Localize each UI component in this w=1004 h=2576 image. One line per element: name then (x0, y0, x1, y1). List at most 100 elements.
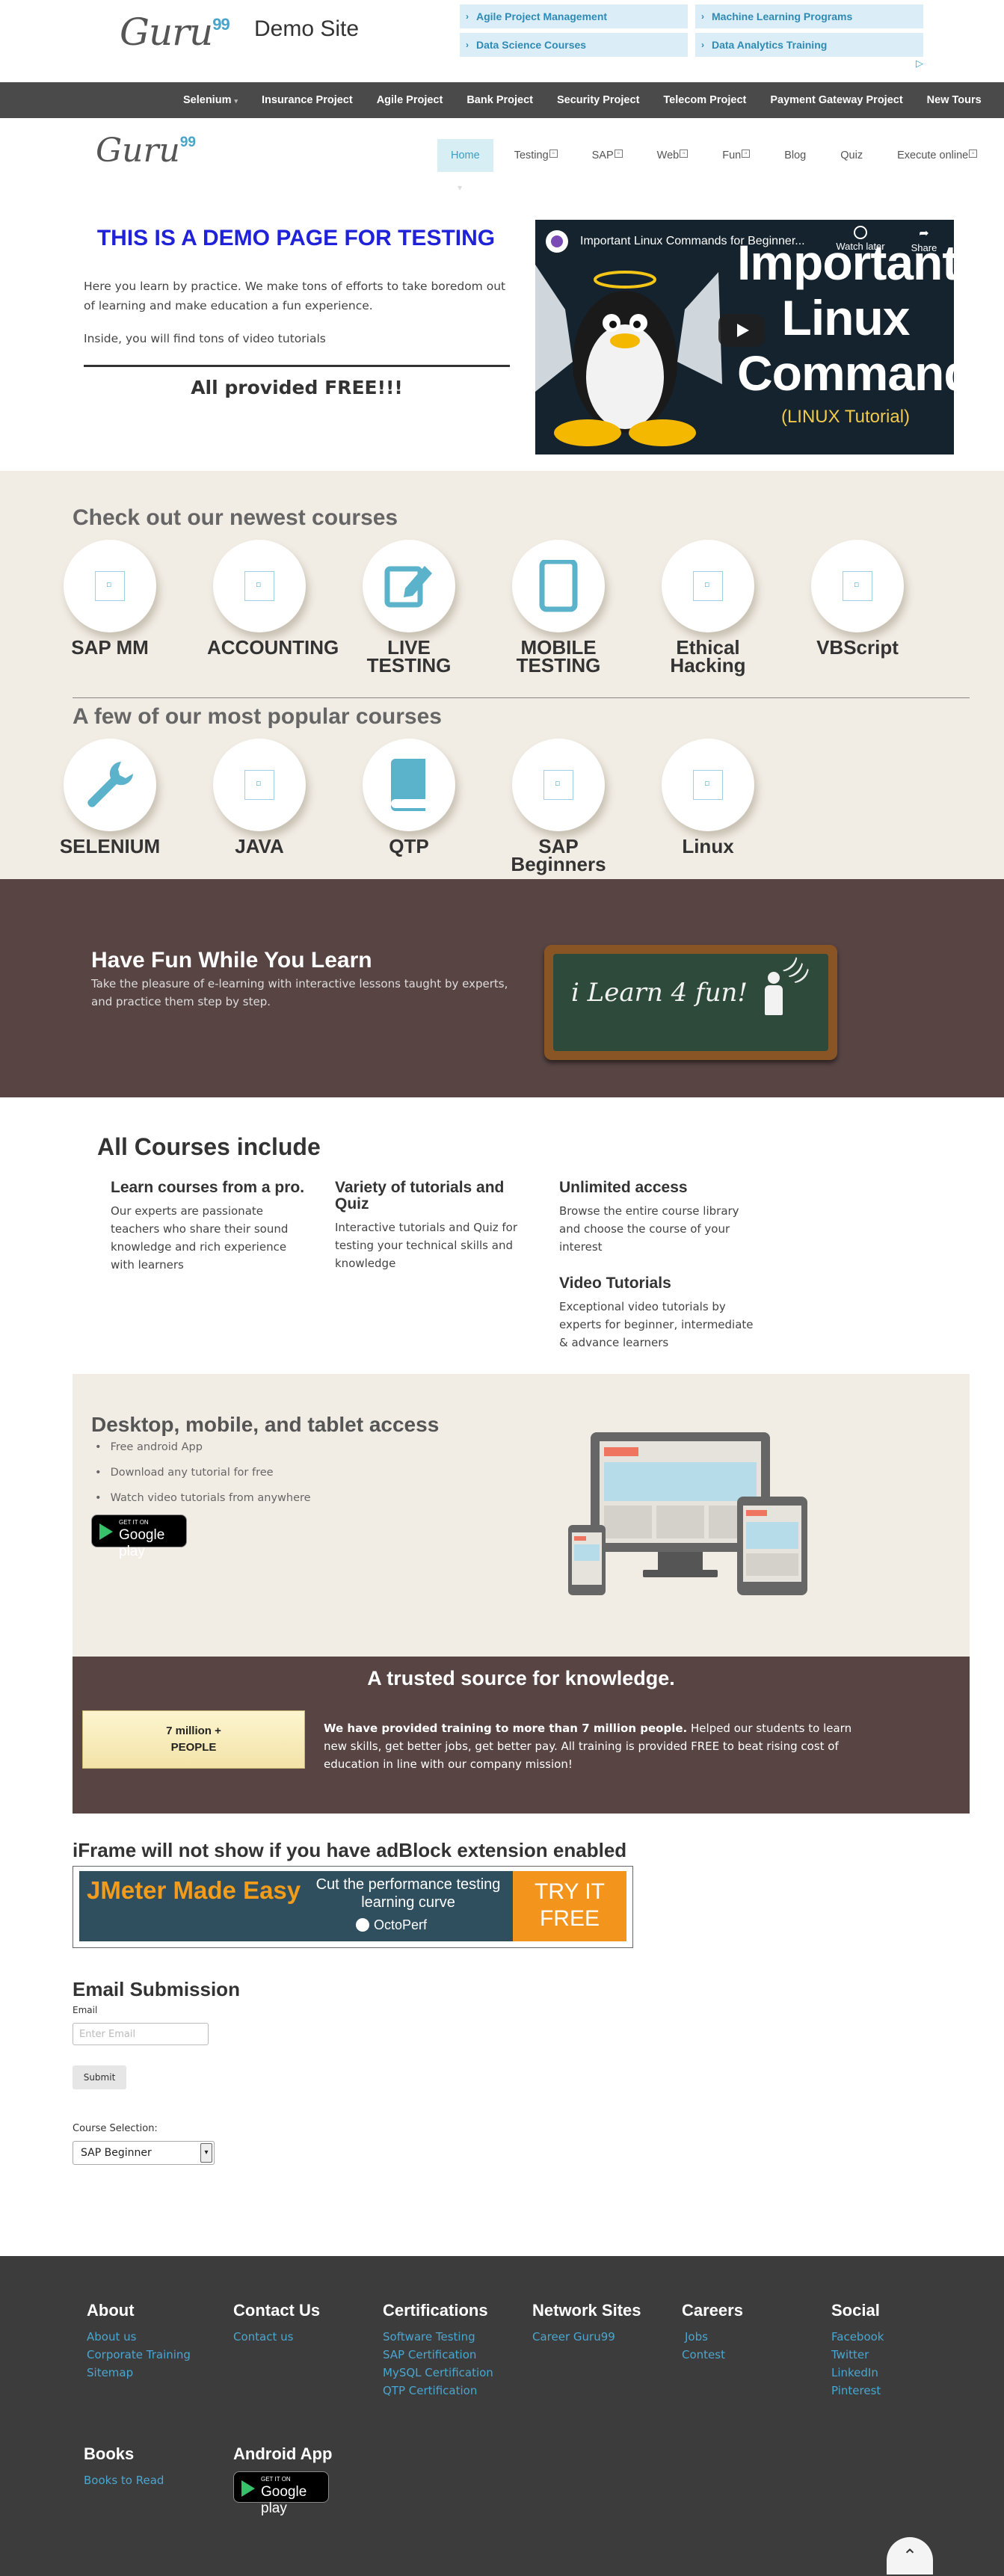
nav-execute-online[interactable]: Execute online ▫ (884, 139, 991, 172)
course-sap-mm[interactable]: SAP MM (58, 540, 162, 657)
hero-intro: Here you learn by practice. We make tons… (84, 280, 506, 312)
guru99-logo[interactable]: Guru99 (120, 10, 230, 54)
course-live-testing[interactable]: LIVE TESTING (357, 540, 461, 677)
course-name: SELENIUM (59, 835, 161, 857)
watch-later-label: Watch later (836, 241, 885, 252)
ad-link[interactable]: › Agile Project Management (460, 4, 688, 28)
email-field[interactable] (73, 2023, 209, 2045)
popular-courses-title: A few of our most popular courses (73, 704, 442, 729)
footer-link[interactable]: Sitemap (87, 2364, 191, 2382)
footer-link[interactable]: LinkedIn (831, 2364, 884, 2382)
footer-link[interactable]: MySQL Certification (383, 2364, 493, 2382)
ad-link-label: Agile Project Management (476, 10, 608, 22)
nav-item-bank[interactable]: Bank Project (466, 94, 533, 106)
ad-link[interactable]: › Data Analytics Training (695, 33, 923, 57)
footer-link[interactable]: Facebook (831, 2328, 884, 2346)
footer-google-play-badge[interactable]: GET IT ON Google play (233, 2471, 329, 2516)
course-java[interactable]: JAVA (207, 739, 312, 857)
nav-item-payment-gateway[interactable]: Payment Gateway Project (770, 94, 902, 106)
page-title: THIS IS A DEMO PAGE FOR TESTING (96, 226, 496, 250)
nav-item-telecom[interactable]: Telecom Project (663, 94, 746, 106)
chevron-right-icon: › (701, 11, 704, 22)
adchoices-icon[interactable]: ▷ (916, 58, 923, 70)
divider (84, 365, 510, 367)
footer-col-network: Network Sites Career Guru99 (532, 2301, 641, 2346)
course-mobile-testing[interactable]: MOBILE TESTING (506, 540, 611, 677)
nav-testing[interactable]: Testing ▫ (501, 139, 571, 172)
course-ethical-hacking[interactable]: Ethical Hacking (656, 540, 760, 675)
email-section-title: Email Submission (73, 1978, 240, 2000)
nav-fun[interactable]: Fun ▫ (709, 139, 763, 172)
course-qtp[interactable]: QTP (357, 739, 461, 856)
nav-item-new-tours[interactable]: New Tours (927, 94, 982, 106)
footer-link[interactable]: Books to Read (84, 2471, 164, 2489)
footer-col-about: About About us Corporate Training Sitema… (87, 2301, 191, 2382)
course-accounting[interactable]: ACCOUNTING (207, 540, 339, 659)
footer-link[interactable]: Contact us (233, 2328, 320, 2346)
footer-col-contact: Contact Us Contact us (233, 2301, 320, 2346)
ad-links: › Agile Project Management › Machine Learn… (460, 4, 923, 57)
footer-link[interactable]: Career Guru99 (532, 2328, 641, 2346)
divider (73, 697, 970, 698)
jmeter-ad-banner[interactable]: JMeter Made Easy Cut the performance tes… (79, 1871, 626, 1941)
nav-item-agile[interactable]: Agile Project (377, 94, 443, 106)
feature-unlimited: Unlimited access Browse the entire cours… (559, 1180, 761, 1256)
ad-link[interactable]: › Machine Learning Programs (695, 4, 923, 28)
play-button[interactable] (718, 314, 765, 347)
placeholder-icon (95, 571, 125, 601)
ad-cta-button[interactable]: TRY IT FREE (513, 1871, 626, 1941)
nav-quiz[interactable]: Quiz (827, 139, 876, 172)
ad-link[interactable]: › Data Science Courses (460, 33, 688, 57)
wrench-icon (87, 762, 133, 807)
people-count: 7 million + (166, 1725, 221, 1737)
monitor-base (643, 1570, 718, 1577)
footer-link[interactable]: Software Testing (383, 2328, 493, 2346)
course-select[interactable]: SAP Beginner ▾ (73, 2141, 215, 2165)
main-nav: Home Testing ▫ SAP ▫ Web ▫ Fun ▫ Blog Quiz E… (437, 139, 998, 172)
footer-link[interactable]: Jobs (682, 2328, 743, 2346)
course-name: LIVE TESTING (366, 636, 452, 677)
channel-avatar[interactable] (546, 230, 568, 253)
footer-link[interactable]: Corporate Training (87, 2346, 191, 2364)
watch-later-button[interactable]: Watch later (827, 226, 894, 252)
course-vbscript[interactable]: VBScript (805, 540, 910, 657)
course-name: ACCOUNTING (207, 636, 339, 659)
placeholder-icon (693, 770, 723, 800)
footer-link[interactable]: SAP Certification (383, 2346, 493, 2364)
nav-item-selenium[interactable]: Selenium ▾ (183, 94, 238, 106)
footer-link[interactable]: Twitter (831, 2346, 884, 2364)
badge-big-text: Google play (261, 2484, 307, 2516)
chevron-down-icon: ▾ (200, 2143, 212, 2163)
video-thumbnail-title: Important Linux Commands (737, 235, 954, 401)
site-title: Demo Site (254, 16, 360, 41)
footer-heading: Contact Us (233, 2301, 321, 2320)
youtube-video-embed[interactable]: Important Linux Commands for Beginner...… (535, 220, 954, 455)
feature-title: Unlimited access (559, 1179, 688, 1196)
footer-link[interactable]: QTP Certification (383, 2382, 493, 2400)
logo-sup: 99 (179, 135, 196, 150)
footer-link[interactable]: Contest (682, 2346, 743, 2364)
top-header: Guru99 Demo Site › Agile Project Manageme… (0, 0, 1004, 81)
submit-button[interactable]: Submit (73, 2065, 126, 2089)
nav-item-insurance[interactable]: Insurance Project (262, 94, 353, 106)
nav-item-security[interactable]: Security Project (557, 94, 639, 106)
share-button[interactable]: ➦ Share (902, 226, 946, 253)
nav-blog[interactable]: Blog (771, 139, 819, 172)
nav-web[interactable]: Web ▫ (644, 139, 702, 172)
course-linux[interactable]: Linux (656, 739, 760, 856)
course-sap-beginners[interactable]: SAP Beginners (506, 739, 611, 874)
nav-label: Web (656, 150, 680, 161)
footer-link[interactable]: About us (87, 2328, 191, 2346)
guru99-logo-small[interactable]: Guru99 (96, 132, 196, 170)
course-selenium[interactable]: SELENIUM (58, 739, 162, 857)
course-name: JAVA (235, 835, 284, 857)
nav-home[interactable]: Home (437, 139, 493, 172)
course-circle (363, 739, 455, 831)
course-circle (64, 739, 156, 831)
placeholder-icon (244, 770, 274, 800)
google-play-badge[interactable]: GET IT ON Google play (91, 1515, 187, 1559)
nav-sap[interactable]: SAP ▫ (579, 139, 636, 172)
course-name: MOBILE TESTING (516, 636, 601, 677)
footer-link[interactable]: Pinterest (831, 2382, 884, 2400)
chalkboard-image: i Learn 4 fun! ))) (544, 945, 837, 1060)
